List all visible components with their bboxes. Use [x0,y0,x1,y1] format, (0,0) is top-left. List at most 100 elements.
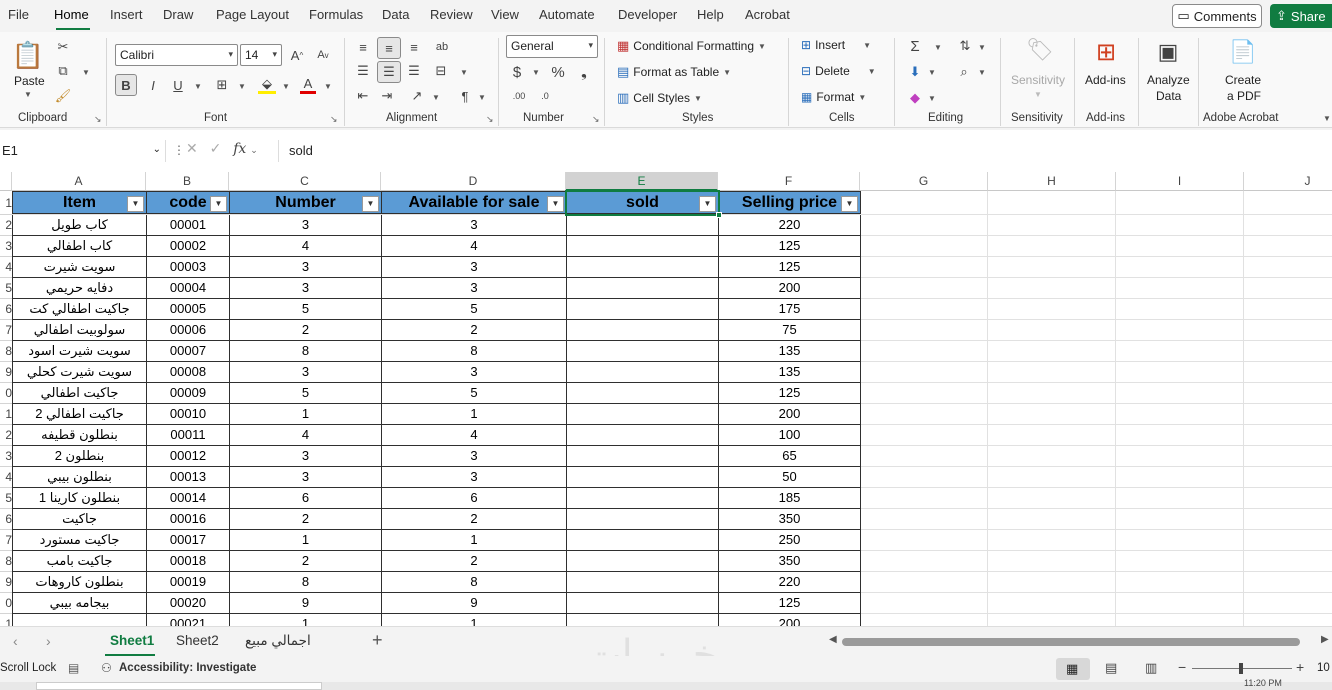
conditional-formatting-button[interactable]: ▦ Conditional Formatting ▼ [617,38,766,54]
table-cell[interactable] [566,509,719,530]
page-layout-view-icon[interactable]: ▤ [1105,660,1117,676]
table-cell[interactable]: 00010 [146,404,230,425]
table-cell[interactable]: 8 [381,572,567,593]
table-cell[interactable] [566,236,719,257]
table-cell[interactable]: 65 [718,446,861,467]
column-header-h[interactable]: H [988,172,1116,191]
autosum-dropdown-icon[interactable]: ▼ [934,43,942,52]
macro-record-icon[interactable]: ▤ [68,661,79,675]
table-cell[interactable]: 75 [718,320,861,341]
bold-button[interactable]: B [115,74,137,96]
currency-icon[interactable]: $ [509,63,525,81]
currency-dropdown-icon[interactable]: ▼ [532,68,540,77]
table-cell[interactable] [566,341,719,362]
taskbar-search[interactable] [36,682,322,690]
table-cell[interactable]: 350 [718,509,861,530]
table-cell[interactable] [566,488,719,509]
table-header-cell[interactable]: Selling price ▼ [718,191,861,214]
paste-dropdown-icon[interactable]: ▼ [24,90,32,99]
table-cell[interactable]: 1 [381,404,567,425]
table-cell[interactable] [566,551,719,572]
column-header-b[interactable]: B [146,172,229,191]
sheet-tab-total-sales[interactable]: اجمالي مبيع [245,633,311,649]
table-cell[interactable]: 00008 [146,362,230,383]
table-header-cell[interactable]: Number ▼ [229,191,382,214]
filter-dropdown-icon[interactable]: ▼ [841,196,858,212]
percent-icon[interactable]: % [548,63,568,81]
table-cell[interactable]: 3 [381,215,567,236]
table-cell[interactable] [12,614,147,626]
table-cell[interactable]: 00019 [146,572,230,593]
table-cell[interactable]: بنطلون كاروهات [12,572,147,593]
fill-dropdown-icon[interactable]: ▼ [928,68,936,77]
table-cell[interactable]: 1 [229,404,382,425]
worksheet-grid[interactable]: A B C D E F G H I J 1 2 3 4 5 6 7 8 9 0 1 2 3 4 5 6 7 8 9 0 1 Item ▼ code… [0,172,1332,626]
table-cell[interactable]: 9 [229,593,382,614]
tab-view[interactable]: View [491,7,519,22]
column-header-g[interactable]: G [860,172,988,191]
normal-view-button[interactable]: ▦ [1056,658,1090,680]
table-cell[interactable]: 200 [718,614,861,626]
align-center-icon[interactable]: ☰ [377,61,401,83]
table-cell[interactable]: 50 [718,467,861,488]
insert-function-icon[interactable]: fx [233,141,246,157]
zoom-level[interactable]: 10 [1317,662,1330,674]
column-header-a[interactable]: A [12,172,146,191]
table-cell[interactable]: جاكيت اطفالي [12,383,147,404]
accessibility-status[interactable]: Accessibility: Investigate [119,662,256,674]
table-cell[interactable]: 220 [718,572,861,593]
table-cell[interactable]: دفايه حريمي [12,278,147,299]
underline-dropdown-icon[interactable]: ▼ [194,82,202,91]
table-cell[interactable]: 4 [229,236,382,257]
fill-color-icon[interactable]: ⬙ [258,76,276,94]
clear-dropdown-icon[interactable]: ▼ [928,94,936,103]
copy-icon[interactable]: ⧉ [54,62,72,80]
table-cell[interactable]: سولوبيت اطفالي [12,320,147,341]
decrease-indent-icon[interactable]: ⇤ [354,87,372,105]
table-cell[interactable]: 125 [718,383,861,404]
column-header-d[interactable]: D [381,172,566,191]
table-cell[interactable] [566,299,719,320]
table-cell[interactable]: 5 [229,383,382,404]
table-cell[interactable]: بيجامه بيبي [12,593,147,614]
font-name-select[interactable]: Calibri ▾ [115,44,238,66]
increase-font-icon[interactable]: A ^ [288,46,306,64]
row-header[interactable]: 4 [0,467,12,488]
table-cell[interactable]: 4 [229,425,382,446]
table-cell[interactable]: 2 [229,551,382,572]
table-cell[interactable] [566,530,719,551]
analyze-data-line1[interactable]: Analyze [1147,73,1190,87]
table-cell[interactable]: بنطلون كارينا 1 [12,488,147,509]
copy-dropdown-icon[interactable]: ▼ [82,68,90,77]
align-left-icon[interactable]: ☰ [354,62,372,80]
orientation-icon[interactable]: ↗ [408,87,426,105]
table-cell[interactable] [566,593,719,614]
table-cell[interactable] [566,383,719,404]
tab-acrobat[interactable]: Acrobat [745,7,790,22]
align-middle-icon[interactable]: ≡ [377,37,401,59]
cut-icon[interactable]: ✂ [54,38,72,56]
table-cell[interactable]: سويت شيرت اسود [12,341,147,362]
table-cell[interactable]: 00006 [146,320,230,341]
alignment-launcher-icon[interactable]: ↘ [486,114,494,125]
table-cell[interactable]: 220 [718,215,861,236]
table-cell[interactable]: 3 [381,446,567,467]
font-launcher-icon[interactable]: ↘ [330,114,338,125]
table-cell[interactable] [566,446,719,467]
table-cell[interactable]: 8 [229,341,382,362]
font-color-icon[interactable]: A [300,76,316,94]
table-cell[interactable]: 00020 [146,593,230,614]
more-options-icon[interactable]: ⋮ [173,143,185,157]
table-cell[interactable]: جاكيت [12,509,147,530]
table-cell[interactable]: 6 [229,488,382,509]
row-header[interactable]: 3 [0,236,12,257]
insert-cells-button[interactable]: ⊞ Insert ▼ [801,38,871,52]
table-cell[interactable]: 5 [229,299,382,320]
next-sheet-icon[interactable]: › [46,633,51,649]
wrap-text-icon[interactable]: ab [432,38,452,56]
row-header[interactable]: 6 [0,509,12,530]
merge-center-icon[interactable]: ⊟ [432,62,450,80]
row-header[interactable]: 1 [0,404,12,425]
scroll-right-icon[interactable]: ▶ [1321,634,1329,645]
scroll-left-icon[interactable]: ◀ [829,634,837,645]
